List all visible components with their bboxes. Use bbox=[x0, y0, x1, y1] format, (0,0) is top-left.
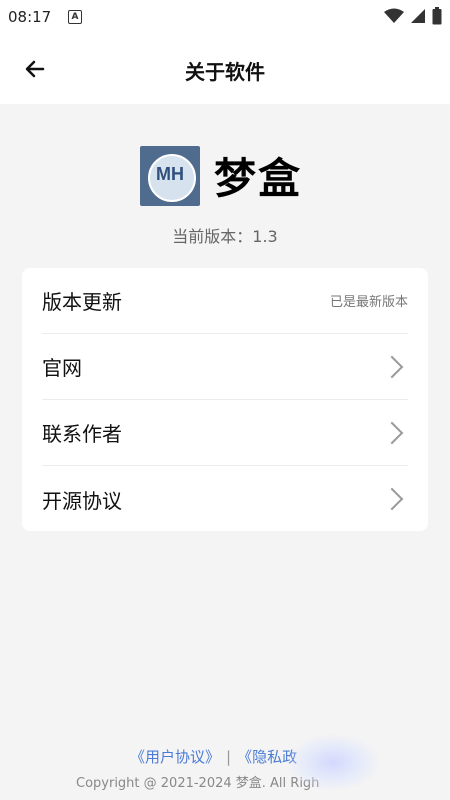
menu-item-label: 官网 bbox=[42, 356, 82, 380]
app-bar: 关于软件 bbox=[0, 34, 450, 104]
menu-item-label: 开源协议 bbox=[42, 488, 122, 513]
version-text: 当前版本：1.3 bbox=[172, 227, 278, 246]
status-bar: 08:17 A bbox=[0, 0, 450, 34]
user-agreement-link[interactable]: 《用户协议》 bbox=[130, 748, 220, 766]
footer-links: 《用户协议》 | 《隐私政 bbox=[130, 746, 297, 767]
menu-item-label: 联系作者 bbox=[42, 422, 122, 446]
update-status: 已是最新版本 bbox=[329, 295, 408, 310]
watermark-overlay bbox=[288, 735, 378, 790]
status-time: 08:17 bbox=[8, 8, 52, 26]
menu-item-label: 版本更新 bbox=[42, 290, 122, 314]
chevron-right-icon bbox=[380, 355, 404, 378]
menu-item-official-site[interactable]: 官网 bbox=[42, 334, 408, 400]
menu-item-contact-author[interactable]: 联系作者 bbox=[42, 400, 408, 466]
page-title: 关于软件 bbox=[185, 60, 265, 84]
chevron-right-icon bbox=[380, 421, 404, 444]
logo-text: MH bbox=[156, 163, 184, 184]
status-icons bbox=[384, 7, 442, 25]
footer-separator: | bbox=[226, 748, 232, 766]
notification-a-icon: A bbox=[68, 10, 82, 24]
signal-icon bbox=[411, 9, 425, 23]
app-logo: MH bbox=[140, 145, 200, 206]
wifi-icon bbox=[384, 8, 404, 23]
copyright-text: Copyright @ 2021-2024 梦盒. All Righ bbox=[76, 776, 320, 791]
app-name: 梦盒 bbox=[214, 154, 303, 203]
app-brand: MH 梦盒 bbox=[140, 145, 302, 206]
menu-item-version-update[interactable]: 版本更新 已是最新版本 bbox=[42, 268, 408, 334]
settings-card: 版本更新 已是最新版本 官网 联系作者 开源协议 bbox=[22, 268, 428, 531]
battery-icon bbox=[432, 7, 442, 25]
chevron-right-icon bbox=[380, 487, 404, 511]
menu-item-open-source-license[interactable]: 开源协议 bbox=[42, 466, 408, 532]
